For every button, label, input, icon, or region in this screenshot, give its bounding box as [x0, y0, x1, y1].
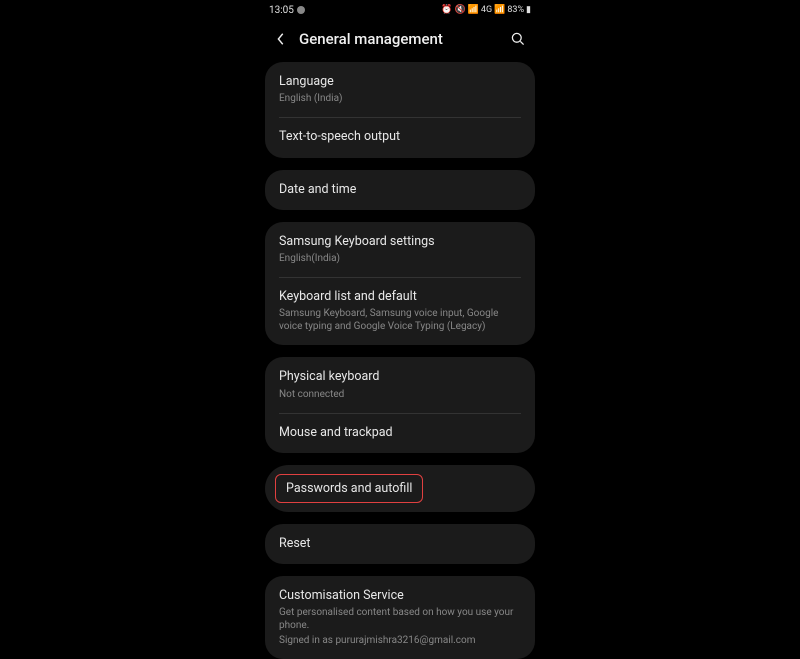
- settings-group-language: Language English (India) Text-to-speech …: [265, 62, 535, 158]
- status-icons: ⏰ 🔇 📶 4G 📶 83% ▮: [441, 5, 531, 15]
- settings-item-passwords-autofill[interactable]: Passwords and autofill: [275, 474, 423, 503]
- battery-percent: 83%: [507, 5, 524, 15]
- network-label: 4G: [481, 5, 492, 15]
- settings-group-customisation: Customisation Service Get personalised c…: [265, 576, 535, 659]
- item-subtitle: Not connected: [279, 388, 521, 401]
- settings-item-mouse-trackpad[interactable]: Mouse and trackpad: [265, 413, 535, 453]
- item-subtitle: English (India): [279, 92, 521, 105]
- settings-group-reset: Reset: [265, 524, 535, 564]
- page-header: General management: [261, 20, 539, 62]
- settings-item-language[interactable]: Language English (India): [265, 62, 535, 117]
- item-subtitle: Get personalised content based on how yo…: [279, 606, 521, 632]
- mute-icon: 🔇: [454, 5, 465, 15]
- item-title: Physical keyboard: [279, 369, 521, 385]
- item-title: Reset: [279, 536, 521, 552]
- item-subtitle-2: Signed in as pururajmishra3216@gmail.com: [279, 634, 521, 647]
- search-button[interactable]: [509, 30, 527, 48]
- item-title: Customisation Service: [279, 588, 521, 604]
- item-subtitle: English(India): [279, 252, 521, 265]
- settings-item-customisation[interactable]: Customisation Service Get personalised c…: [265, 576, 535, 659]
- status-time: 13:05: [269, 5, 294, 16]
- page-title: General management: [299, 30, 499, 48]
- settings-group-input: Physical keyboard Not connected Mouse an…: [265, 357, 535, 453]
- settings-item-datetime[interactable]: Date and time: [265, 170, 535, 210]
- item-title: Text-to-speech output: [279, 129, 521, 145]
- item-subtitle: Samsung Keyboard, Samsung voice input, G…: [279, 307, 521, 333]
- search-icon: [510, 31, 526, 47]
- item-title: Keyboard list and default: [279, 289, 521, 305]
- item-title: Language: [279, 74, 521, 90]
- item-title: Passwords and autofill: [286, 481, 412, 496]
- alarm-icon: ⏰: [441, 5, 452, 15]
- notification-dot-icon: [297, 6, 305, 14]
- settings-list: Language English (India) Text-to-speech …: [261, 62, 539, 659]
- settings-item-reset[interactable]: Reset: [265, 524, 535, 564]
- settings-group-datetime: Date and time: [265, 170, 535, 210]
- back-button[interactable]: [273, 31, 289, 47]
- settings-item-keyboard-list[interactable]: Keyboard list and default Samsung Keyboa…: [265, 277, 535, 345]
- settings-item-tts[interactable]: Text-to-speech output: [265, 117, 535, 157]
- signal-icon-2: 📶: [494, 5, 505, 15]
- settings-item-physical-keyboard[interactable]: Physical keyboard Not connected: [265, 357, 535, 412]
- battery-icon: ▮: [526, 5, 531, 15]
- settings-group-passwords: Passwords and autofill: [265, 465, 535, 512]
- item-title: Date and time: [279, 182, 521, 198]
- settings-group-keyboard: Samsung Keyboard settings English(India)…: [265, 222, 535, 346]
- status-bar: 13:05 ⏰ 🔇 📶 4G 📶 83% ▮: [261, 0, 539, 20]
- chevron-left-icon: [275, 32, 287, 46]
- item-title: Mouse and trackpad: [279, 425, 521, 441]
- settings-item-samsung-keyboard[interactable]: Samsung Keyboard settings English(India): [265, 222, 535, 277]
- item-title: Samsung Keyboard settings: [279, 234, 521, 250]
- signal-icon: 📶: [468, 5, 479, 15]
